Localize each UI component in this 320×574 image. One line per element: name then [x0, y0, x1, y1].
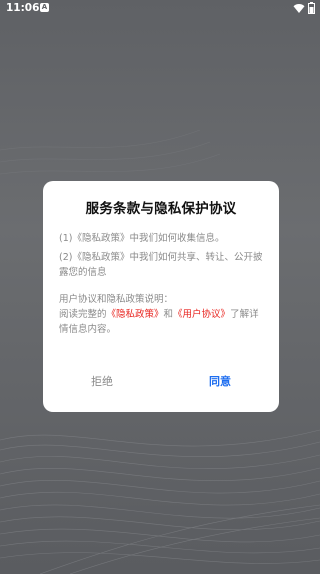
battery-icon: [308, 2, 315, 14]
user-agreement-link[interactable]: 《用户协议》: [173, 309, 230, 320]
dialog-body: (1)《隐私政策》中我们如何收集信息。 (2)《隐私政策》中我们如何共享、转让、…: [59, 231, 265, 337]
note-heading: 用户协议和隐私政策说明：: [59, 294, 174, 305]
note-prefix: 阅读完整的: [59, 309, 107, 320]
privacy-policy-link-red[interactable]: 《隐私政策》: [107, 309, 164, 320]
note-and: 和: [163, 309, 174, 320]
agreement-note: 用户协议和隐私政策说明： 阅读完整的《隐私政策》和《用户协议》了解详情信息内容。: [59, 292, 265, 337]
screen: 11:06 A 服务条款与隐私保护协议 (1)《隐私政策》中我们如何收集信息。 …: [0, 0, 320, 574]
privacy-agreement-dialog: 服务条款与隐私保护协议 (1)《隐私政策》中我们如何收集信息。 (2)《隐私政策…: [43, 181, 279, 412]
status-bar: 11:06 A: [0, 0, 320, 16]
dialog-title: 服务条款与隐私保护协议: [85, 201, 237, 217]
item-number: (1): [59, 233, 73, 244]
refuse-button[interactable]: 拒绝: [43, 371, 161, 393]
wifi-icon: [293, 4, 305, 13]
item-number: (2): [59, 252, 73, 263]
list-item: (1)《隐私政策》中我们如何收集信息。: [59, 231, 265, 246]
notification-a-icon: A: [40, 3, 49, 12]
note-text: 阅读完整的《隐私政策》和《用户协议》了解详情信息内容。: [59, 307, 265, 337]
agree-button[interactable]: 同意: [161, 371, 279, 393]
item-text: 中我们如何收集信息。: [129, 233, 225, 244]
privacy-policy-link[interactable]: 《隐私政策》: [72, 252, 129, 263]
privacy-policy-link[interactable]: 《隐私政策》: [72, 233, 129, 244]
list-item: (2)《隐私政策》中我们如何共享、转让、公开披露您的信息: [59, 250, 265, 280]
status-time: 11:06: [6, 2, 40, 14]
